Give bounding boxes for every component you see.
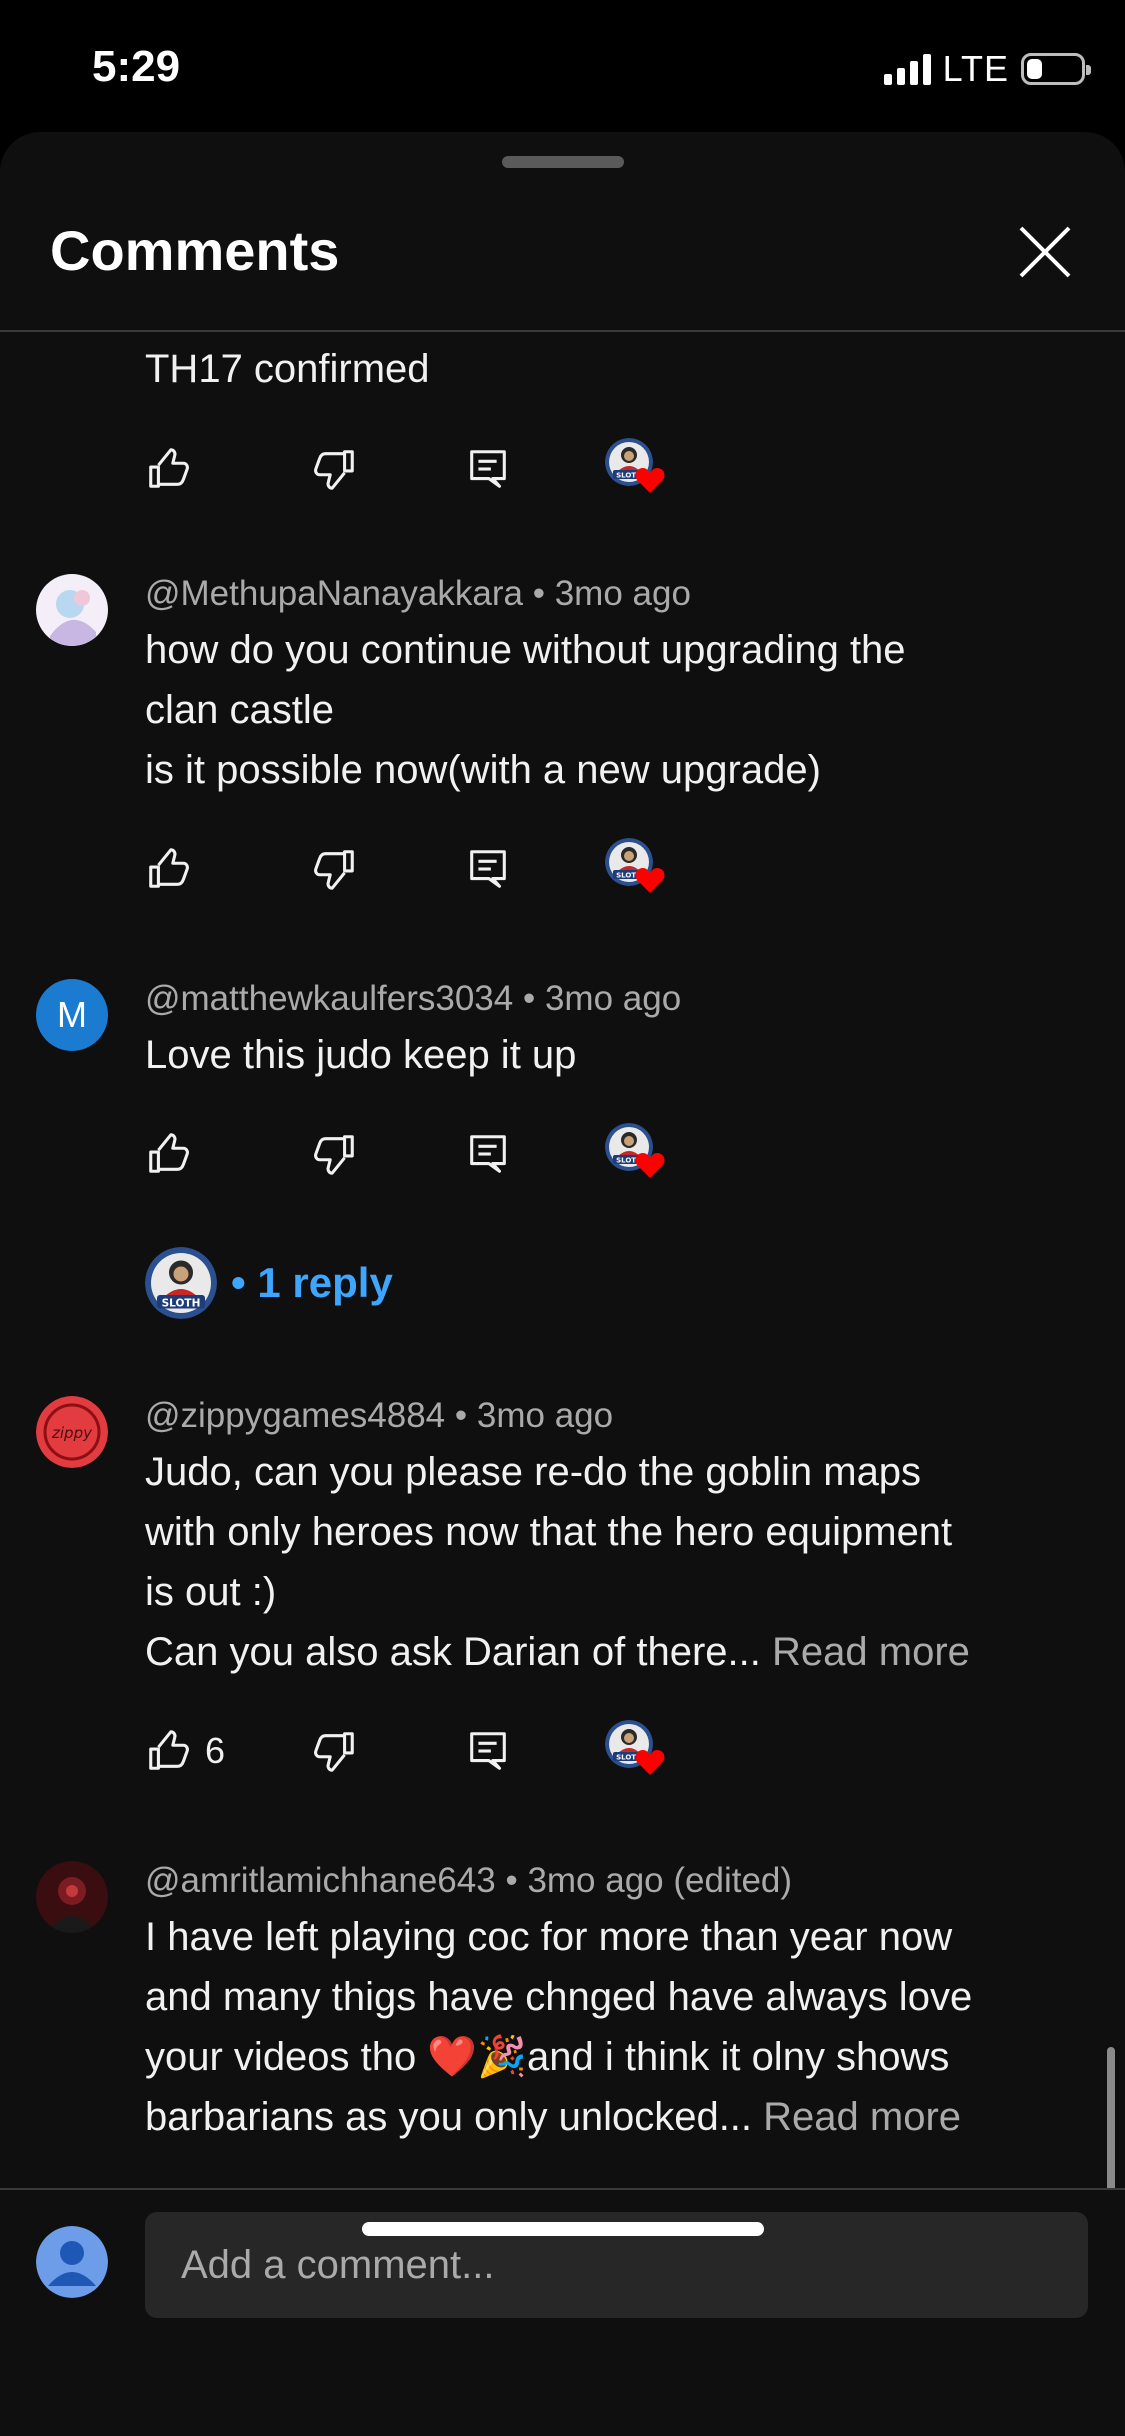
reply-icon [465,846,511,892]
avatar[interactable] [36,574,108,646]
comment-text: Love this judo keep it up [145,1033,577,1077]
thumbs-up-icon [145,846,191,892]
thumbs-up-icon [145,1728,191,1774]
comment-author[interactable]: @zippygames4884 [145,1396,445,1435]
network-label: LTE [942,48,1009,89]
reply-button[interactable] [465,844,515,894]
comment-meta: @amritlamichhane643 • 3mo ago (edited) [145,1861,793,1900]
avatar [36,2226,108,2298]
read-more-link[interactable]: Read more [772,1630,970,1674]
like-button[interactable] [145,1129,195,1179]
avatar[interactable]: M [36,979,108,1051]
comment-meta: @MethupaNanayakkara • 3mo ago [145,574,691,613]
thumbs-down-icon [312,1728,358,1774]
comment-author[interactable]: @MethupaNanayakkara [145,574,523,613]
comment-actions [145,444,745,504]
view-replies-button[interactable]: • 1 reply [145,1247,393,1319]
thumbs-up-icon [145,446,191,492]
creator-heart-icon [605,1123,667,1183]
thumbs-down-icon [312,446,358,492]
like-count: 6 [205,1730,226,1771]
drag-handle[interactable] [502,156,624,168]
comment-time: 3mo ago (edited) [527,1861,793,1900]
comment-meta: @matthewkaulfers3034 • 3mo ago [145,979,682,1018]
replies-count: 1 reply [257,1259,393,1306]
comment-text: how do you continue without upgrading th… [145,628,906,792]
like-button[interactable] [145,844,195,894]
dislike-button[interactable] [312,844,362,894]
comment-time: 3mo ago [554,574,691,613]
svg-text:zippy: zippy [51,1424,93,1442]
comment-text: I have left playing coc for more than ye… [145,1915,973,2139]
read-more-link[interactable]: Read more [763,2095,961,2139]
reply-icon [465,446,511,492]
creator-heart-icon [605,1720,667,1780]
comment-text: TH17 confirmed [145,347,430,391]
comment-time: 3mo ago [476,1396,614,1435]
dislike-button[interactable] [312,1129,362,1179]
like-button[interactable] [145,444,195,494]
thumbs-down-icon [312,1131,358,1177]
avatar[interactable] [36,1861,108,1933]
comment-actions [145,844,745,904]
reply-icon [465,1728,511,1774]
comments-list[interactable]: TH17 confirmed @MethupaNanayakkara • 3mo… [0,334,1125,2188]
like-button[interactable] [145,1726,195,1776]
battery-icon [1021,53,1091,85]
close-icon[interactable] [1015,222,1075,282]
home-indicator [362,2222,764,2236]
creator-heart-icon [605,838,667,898]
sheet-header: Comments [0,192,1125,332]
comment-actions: 6 [145,1726,745,1786]
creator-heart-icon [605,438,667,498]
status-bar: 5:29 LTE [0,0,1125,130]
dislike-button[interactable] [312,444,362,494]
status-time: 5:29 [92,42,181,91]
avatar[interactable]: zippy [36,1396,108,1468]
comment-time: 3mo ago [544,979,682,1018]
thumbs-down-icon [312,846,358,892]
thumbs-up-icon [145,1131,191,1177]
comment-meta: @zippygames4884 • 3mo ago [145,1396,614,1435]
reply-button[interactable] [465,1129,515,1179]
comment-actions [145,1129,745,1189]
dislike-button[interactable] [312,1726,362,1776]
status-indicators: LTE [883,48,1091,90]
comments-sheet: Comments TH17 confirmed @MethupaNanayakk… [0,132,1125,2436]
sheet-title: Comments [50,219,340,282]
comment-author[interactable]: @matthewkaulfers3034 [145,979,513,1018]
reply-button[interactable] [465,1726,515,1776]
comment-text: Judo, can you please re-do the goblin ma… [145,1450,970,1674]
reply-icon [465,1131,511,1177]
signal-icon [883,53,931,85]
comment-author[interactable]: @amritlamichhane643 [145,1861,496,1900]
reply-button[interactable] [465,444,515,494]
creator-avatar [145,1247,217,1319]
